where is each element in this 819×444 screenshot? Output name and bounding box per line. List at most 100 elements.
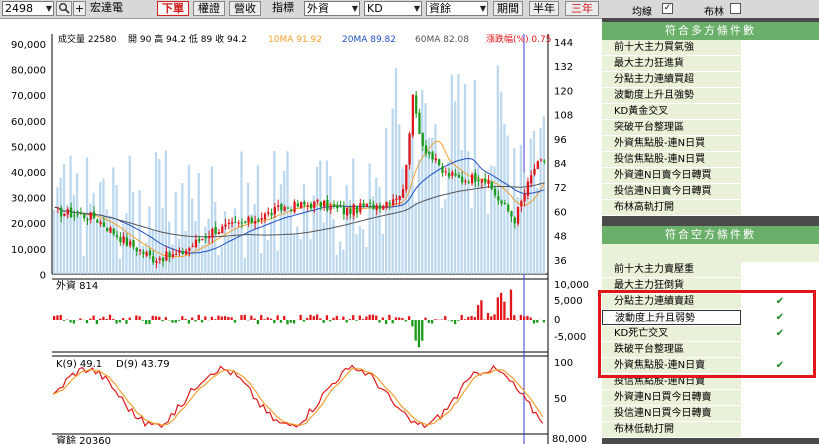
foreign-bar	[181, 316, 184, 320]
indicator-select-3[interactable]: 資餘 ▼	[426, 1, 488, 16]
candle-body	[112, 228, 115, 235]
warrant-button[interactable]: 權證	[193, 1, 225, 16]
ma-checkbox[interactable]: ✓	[662, 3, 673, 14]
bear-row[interactable]: 投信連N日買今日轉賣	[602, 406, 819, 422]
candle-body	[115, 235, 119, 237]
ma10-info: 10MA 91.92	[268, 35, 322, 45]
bull-row[interactable]: 最大主力狂進貨	[602, 56, 819, 72]
foreign-bar	[299, 314, 302, 320]
foreign-bar	[141, 320, 145, 321]
volume-bar	[292, 233, 296, 274]
check-icon	[741, 406, 819, 421]
candle-body	[293, 201, 296, 213]
search-button[interactable]	[56, 1, 72, 16]
candle-body	[198, 239, 201, 242]
foreign-tick-label: 0	[554, 315, 560, 326]
foreign-tick-label: 5,000	[554, 296, 583, 307]
foreign-bar	[266, 317, 269, 320]
bull-row[interactable]: 前十大主力買氣強	[602, 40, 819, 56]
foreign-bar	[115, 320, 118, 324]
candle-body	[411, 94, 415, 136]
foreign-bar	[122, 318, 125, 320]
candle-body	[165, 251, 168, 261]
candle-body	[487, 180, 490, 184]
candle-body	[221, 226, 224, 234]
candle-body	[424, 145, 428, 154]
candle-body	[395, 198, 398, 200]
volume-bar	[388, 200, 391, 274]
foreign-bar	[240, 315, 243, 320]
volume-tick-label: 70,000	[11, 91, 46, 102]
volume-bar	[470, 208, 473, 274]
foreign-bar	[164, 317, 168, 320]
bull-row[interactable]: 突破平台整理區	[602, 120, 819, 136]
foreign-bar	[398, 317, 401, 320]
foreign-bar	[493, 314, 496, 320]
indicator-select-1[interactable]: 外資 ▼	[304, 1, 360, 16]
candle-body	[339, 206, 342, 208]
bull-row[interactable]: 分點主力連續買超	[602, 72, 819, 88]
search-icon	[59, 3, 70, 14]
foreign-bar	[197, 314, 200, 320]
bollinger-checkbox[interactable]	[730, 3, 741, 14]
volume-bar	[319, 160, 322, 274]
candle-body	[467, 182, 470, 184]
foreign-bar	[108, 314, 112, 320]
add-button[interactable]: +	[73, 1, 86, 16]
bull-row[interactable]: KD黃金交叉	[602, 104, 819, 120]
candle-body	[155, 261, 158, 263]
bull-row[interactable]: 外資焦點股-連N日買	[602, 136, 819, 152]
foreign-bar	[191, 317, 194, 320]
volume-bar	[355, 234, 358, 274]
price-tick-label: 120	[554, 86, 573, 97]
bollinger-label: 布林	[704, 7, 724, 18]
bull-row[interactable]: 投信焦點股-連N日買	[602, 152, 819, 168]
volume-tick-label: 50,000	[11, 142, 46, 153]
bull-row[interactable]: 布林高軌打開	[602, 200, 819, 216]
volume-bar	[76, 173, 79, 274]
foreign-bar	[289, 320, 292, 323]
candle-body	[385, 201, 388, 208]
chevron-down-icon: ▼	[45, 4, 52, 13]
bull-row[interactable]: 外資連N日賣今日轉買	[602, 168, 819, 184]
price-tick-label: 96	[554, 135, 567, 146]
period-button[interactable]: 期間	[493, 1, 523, 16]
check-icon	[741, 152, 819, 167]
chart-canvas: 90,000 80,000 70,000 60,000 50,000 40,000 30,0…	[11, 33, 589, 444]
volume-bar	[437, 160, 440, 274]
bear-row[interactable]: 前十大主力賣壓重	[602, 262, 819, 278]
candle-body	[99, 222, 102, 224]
bear-row[interactable]: 外資連N日買今日轉賣	[602, 390, 819, 406]
volume-bar	[529, 138, 532, 274]
bull-row-label: 投信連N日賣今日轉買	[602, 184, 741, 199]
bull-row[interactable]: 波動度上升且強勢	[602, 88, 819, 104]
period-half-year-button[interactable]: 半年	[529, 1, 559, 16]
candle-body	[461, 176, 464, 183]
check-icon	[741, 120, 819, 135]
candle-body	[539, 159, 543, 161]
indicator-select-2[interactable]: KD ▼	[364, 1, 422, 16]
foreign-bar	[177, 320, 181, 321]
order-button[interactable]: 下單	[157, 1, 189, 16]
candle-body	[303, 201, 306, 205]
stock-code-select[interactable]: 2498 ▼	[2, 1, 54, 16]
revenue-button[interactable]: 營收	[229, 1, 261, 16]
candle-body	[276, 205, 280, 208]
candle-body	[76, 214, 79, 216]
candle-body	[319, 201, 323, 208]
period-three-year-button[interactable]: 三年	[565, 1, 599, 16]
volume-bar	[394, 68, 398, 274]
candle-body	[342, 206, 346, 215]
foreign-bar	[243, 314, 246, 320]
volume-bar	[56, 187, 59, 274]
volume-bar	[197, 173, 200, 274]
foreign-bar	[407, 316, 411, 320]
foreign-bar	[102, 316, 105, 320]
candle-body	[273, 207, 276, 215]
foreign-bar	[434, 319, 437, 320]
bull-row[interactable]: 投信連N日賣今日轉買	[602, 184, 819, 200]
bear-row[interactable]: 布林低軌打開	[602, 422, 819, 438]
candle-body	[454, 173, 457, 176]
candle-body	[359, 203, 362, 213]
foreign-bar	[174, 320, 177, 323]
